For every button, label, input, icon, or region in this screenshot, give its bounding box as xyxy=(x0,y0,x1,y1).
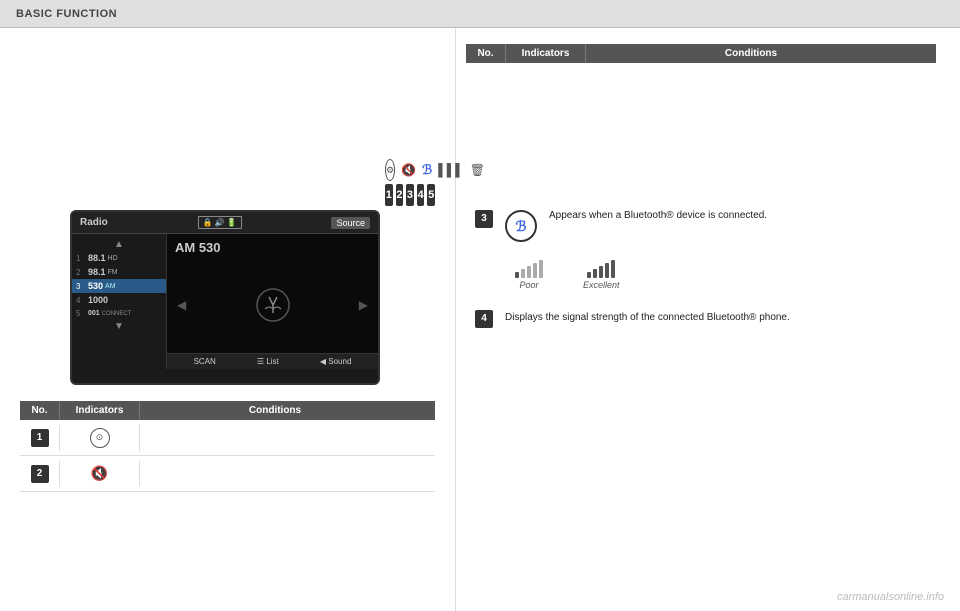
scan-button[interactable]: SCAN xyxy=(194,357,216,366)
watermark: carmanualsonline.info xyxy=(837,591,944,603)
bar-5 xyxy=(539,260,543,278)
bar-4 xyxy=(533,263,537,278)
search-icon: ⚙ xyxy=(385,159,395,181)
radio-body: ▲ 1 88.1 HD 2 98.1 FM 3 530 AM xyxy=(72,234,378,369)
radio-bottom-bar: SCAN ☰ List ◀ Sound xyxy=(167,353,378,369)
header-bar: BASIC FUNCTION xyxy=(0,0,960,28)
bottom-table-left: No. Indicators Conditions 1 ⊙ 2 xyxy=(20,401,435,492)
row1-indicator: ⊙ xyxy=(60,424,140,452)
signal-bars-poor xyxy=(515,258,543,278)
station-2[interactable]: 2 98.1 FM xyxy=(72,265,166,279)
bluetooth-icon-large: ℬ xyxy=(505,210,537,242)
radio-header: Radio 🔒 🔊 🔋 Source xyxy=(72,212,378,234)
row3-text: Appears when a Bluetooth® device is conn… xyxy=(549,208,940,223)
table-row-2: 2 🔇 xyxy=(20,456,435,492)
header-title: BASIC FUNCTION xyxy=(16,8,117,20)
signal-poor-label: Poor xyxy=(519,280,538,290)
signal-row: Poor Excellent xyxy=(515,258,940,290)
left-panel: ⚙ 🔇 ℬ ▌▌▌ 🗑 1 2 3 4 5 Radio 🔒 🔊 🔋 xyxy=(0,28,455,611)
row3-section: 3 ℬ Appears when a Bluetooth® device is … xyxy=(475,208,940,242)
main-content: ⚙ 🔇 ℬ ▌▌▌ 🗑 1 2 3 4 5 Radio 🔒 🔊 🔋 xyxy=(0,28,960,611)
num-box-1: 1 xyxy=(385,184,393,206)
lock-icon: 🔒 xyxy=(203,218,213,227)
bar-2 xyxy=(521,269,525,278)
right-panel: 3 ℬ Appears when a Bluetooth® device is … xyxy=(455,28,960,611)
btl-col-no: No. xyxy=(20,401,60,420)
station-1[interactable]: 1 88.1 HD xyxy=(72,251,166,265)
row1-no: 1 xyxy=(20,425,60,451)
bar-e4 xyxy=(605,263,609,278)
badge-3: 3 xyxy=(475,210,493,228)
bluetooth-icon-top: ℬ xyxy=(422,162,432,178)
indicator-icons-row: ⚙ 🔇 ℬ ▌▌▌ 🗑 xyxy=(385,159,435,181)
scroll-down[interactable]: ▼ xyxy=(72,320,166,333)
radio-display: AM 530 ◀ ▶ xyxy=(167,234,378,369)
antenna-icon xyxy=(255,287,291,323)
signal-poor: Poor xyxy=(515,258,543,290)
table-row-1: 1 ⊙ xyxy=(20,420,435,456)
btl-col-conditions: Conditions xyxy=(140,401,410,420)
signal-bars-excellent xyxy=(587,258,615,278)
bar-e3 xyxy=(599,266,603,278)
list-button[interactable]: ☰ List xyxy=(257,357,279,366)
mute-indicator: 🔇 xyxy=(91,465,108,482)
row2-indicator: 🔇 xyxy=(60,461,140,486)
row3-badge: 3 xyxy=(475,210,493,228)
signal-excellent: Excellent xyxy=(583,258,620,290)
num-box-5: 5 xyxy=(427,184,435,206)
scroll-up[interactable]: ▲ xyxy=(72,238,166,251)
row2-condition xyxy=(140,470,410,478)
row1-condition xyxy=(140,434,410,442)
speaker-icon: 🔊 xyxy=(215,218,225,227)
num-box-2: 2 xyxy=(396,184,404,206)
mute-icon: 🔇 xyxy=(401,163,416,177)
radio-visual: ◀ ▶ xyxy=(167,257,378,353)
bar-3 xyxy=(527,266,531,278)
btl-col-indicators: Indicators xyxy=(60,401,140,420)
num-box-3: 3 xyxy=(406,184,414,206)
bar-e5 xyxy=(611,260,615,278)
signal-excellent-label: Excellent xyxy=(583,280,620,290)
station-list: ▲ 1 88.1 HD 2 98.1 FM 3 530 AM xyxy=(72,234,167,369)
station-4[interactable]: 4 1000 xyxy=(72,293,166,307)
am-frequency: AM 530 xyxy=(167,234,378,257)
row4-text: Displays the signal strength of the conn… xyxy=(505,310,940,325)
bar-e1 xyxy=(587,272,591,278)
radio-screen: Radio 🔒 🔊 🔋 Source ▲ 1 88.1 HD xyxy=(70,210,380,385)
station-5[interactable]: 5 001 CONNECT xyxy=(72,307,166,320)
source-button[interactable]: Source xyxy=(331,217,370,229)
bar-e2 xyxy=(593,269,597,278)
row4-badge: 4 xyxy=(475,310,493,328)
badge-4: 4 xyxy=(475,310,493,328)
badge-1: 1 xyxy=(31,429,49,447)
sound-button[interactable]: ◀ Sound xyxy=(320,357,352,366)
radio-title: Radio xyxy=(80,217,108,228)
radio-header-box: 🔒 🔊 🔋 xyxy=(198,216,242,229)
bar-1 xyxy=(515,272,519,278)
badge-2: 2 xyxy=(31,465,49,483)
row4-section: 4 Displays the signal strength of the co… xyxy=(475,310,940,328)
num-box-4: 4 xyxy=(417,184,425,206)
battery-icon: 🔋 xyxy=(227,218,237,227)
bottom-table-header: No. Indicators Conditions xyxy=(20,401,435,420)
row2-no: 2 xyxy=(20,461,60,487)
numbered-boxes: 1 2 3 4 5 xyxy=(385,184,435,206)
circle-icon-1: ⊙ xyxy=(90,428,110,448)
station-3[interactable]: 3 530 AM xyxy=(72,279,166,293)
